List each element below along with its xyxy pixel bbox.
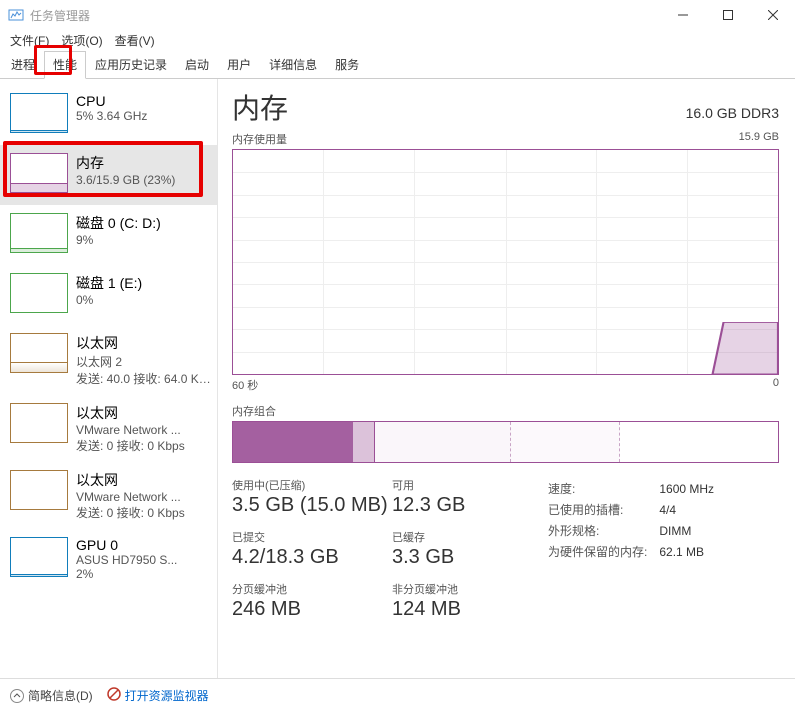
sidebar-item-sub: VMware Network ... (76, 423, 211, 437)
main-area: CPU 5% 3.64 GHz 内存 3.6/15.9 GB (23%) 磁盘 … (0, 79, 795, 678)
stat-cached: 已缓存 3.3 GB (392, 529, 522, 569)
spec-slots: 已使用的插槽:4/4 (548, 500, 724, 519)
open-resource-monitor-link[interactable]: 打开资源监视器 (107, 687, 209, 704)
memory-composition-chart[interactable] (232, 421, 779, 463)
sidebar-item-sub: VMware Network ... (76, 490, 211, 504)
titlebar: 任务管理器 (0, 0, 795, 30)
sidebar-item-cpu[interactable]: CPU 5% 3.64 GHz (0, 85, 217, 145)
sidebar-item-sub: 5% 3.64 GHz (76, 109, 211, 123)
sidebar-item-sub2: 发送: 0 接收: 0 Kbps (76, 504, 211, 521)
ethernet-thumb (10, 403, 68, 443)
tab-processes[interactable]: 进程 (2, 51, 44, 79)
sidebar-item-disk1[interactable]: 磁盘 1 (E:) 0% (0, 265, 217, 325)
menu-file[interactable]: 文件(F) (4, 30, 55, 51)
sidebar-item-memory[interactable]: 内存 3.6/15.9 GB (23%) (0, 145, 217, 205)
usage-chart-max: 15.9 GB (739, 131, 779, 147)
menu-options[interactable]: 选项(O) (55, 30, 108, 51)
app-icon (8, 7, 24, 23)
stats-right: 速度:1600 MHz 已使用的插槽:4/4 外形规格:DIMM 为硬件保留的内… (546, 477, 726, 621)
stat-nonpaged-pool: 非分页缓冲池 124 MB (392, 581, 522, 621)
statusbar: 简略信息(D) 打开资源监视器 (0, 678, 795, 712)
usage-chart-label: 内存使用量 (232, 131, 287, 147)
sidebar-item-sub2: 2% (76, 567, 211, 581)
spec-form-factor: 外形规格:DIMM (548, 521, 724, 540)
sidebar-item-sub: 3.6/15.9 GB (23%) (76, 173, 211, 187)
window-controls (660, 0, 795, 30)
sidebar-item-ethernet1[interactable]: 以太网 VMware Network ... 发送: 0 接收: 0 Kbps (0, 395, 217, 462)
window-title: 任务管理器 (30, 7, 660, 24)
tabstrip: 进程 性能 应用历史记录 启动 用户 详细信息 服务 (0, 50, 795, 79)
sidebar-item-label: 磁盘 1 (E:) (76, 273, 211, 293)
stat-available: 可用 12.3 GB (392, 477, 522, 517)
maximize-button[interactable] (705, 0, 750, 30)
page-title: 内存 (232, 87, 288, 127)
brief-info-button[interactable]: 简略信息(D) (10, 687, 93, 704)
sidebar-item-ethernet2[interactable]: 以太网 VMware Network ... 发送: 0 接收: 0 Kbps (0, 462, 217, 529)
tab-app-history[interactable]: 应用历史记录 (86, 51, 176, 79)
sidebar-item-sub: 9% (76, 233, 211, 247)
sidebar-item-disk0[interactable]: 磁盘 0 (C: D:) 9% (0, 205, 217, 265)
sidebar-item-label: 以太网 (76, 470, 211, 490)
content: 内存 16.0 GB DDR3 内存使用量 15.9 GB (218, 79, 795, 678)
memory-thumb (10, 153, 68, 193)
disk-thumb (10, 213, 68, 253)
tab-startup[interactable]: 启动 (176, 51, 218, 79)
sidebar-item-sub: 0% (76, 293, 211, 307)
tab-users[interactable]: 用户 (218, 51, 260, 79)
disk-thumb (10, 273, 68, 313)
sidebar-item-label: 磁盘 0 (C: D:) (76, 213, 211, 233)
sidebar-item-sub: 以太网 2 (76, 353, 211, 370)
spec-hw-reserved: 为硬件保留的内存:62.1 MB (548, 542, 724, 561)
sidebar-item-label: GPU 0 (76, 537, 211, 553)
sidebar-item-label: 以太网 (76, 403, 211, 423)
composition-label: 内存组合 (232, 403, 779, 419)
stats-left: 使用中(已压缩) 3.5 GB (15.0 MB) 可用 12.3 GB 已提交… (232, 477, 522, 621)
sidebar-item-gpu0[interactable]: GPU 0 ASUS HD7950 S... 2% (0, 529, 217, 589)
minimize-button[interactable] (660, 0, 705, 30)
sidebar-item-sub2: 发送: 40.0 接收: 64.0 Kbps (76, 370, 211, 387)
memory-capacity: 16.0 GB DDR3 (686, 105, 779, 121)
menu-view[interactable]: 查看(V) (109, 30, 161, 51)
cpu-thumb (10, 93, 68, 133)
sidebar-item-ethernet0[interactable]: 以太网 以太网 2 发送: 40.0 接收: 64.0 Kbps (0, 325, 217, 395)
stat-paged-pool: 分页缓冲池 246 MB (232, 581, 392, 621)
close-button[interactable] (750, 0, 795, 30)
stat-committed: 已提交 4.2/18.3 GB (232, 529, 392, 569)
memory-usage-chart[interactable] (232, 149, 779, 375)
tab-performance[interactable]: 性能 (44, 51, 86, 79)
tab-services[interactable]: 服务 (326, 51, 368, 79)
gpu-thumb (10, 537, 68, 577)
sidebar-item-label: 以太网 (76, 333, 211, 353)
sidebar-item-sub2: 发送: 0 接收: 0 Kbps (76, 437, 211, 454)
sidebar-item-sub: ASUS HD7950 S... (76, 553, 211, 567)
ethernet-thumb (10, 470, 68, 510)
tab-details[interactable]: 详细信息 (260, 51, 326, 79)
sidebar-item-label: CPU (76, 93, 211, 109)
chevron-up-icon (10, 689, 24, 703)
stats-area: 使用中(已压缩) 3.5 GB (15.0 MB) 可用 12.3 GB 已提交… (232, 477, 779, 621)
ethernet-thumb (10, 333, 68, 373)
resource-monitor-icon (107, 687, 121, 704)
stat-inuse: 使用中(已压缩) 3.5 GB (15.0 MB) (232, 477, 392, 517)
axis-right: 0 (773, 377, 779, 393)
spec-speed: 速度:1600 MHz (548, 479, 724, 498)
sidebar-item-label: 内存 (76, 153, 211, 173)
axis-left: 60 秒 (232, 377, 258, 393)
sidebar: CPU 5% 3.64 GHz 内存 3.6/15.9 GB (23%) 磁盘 … (0, 79, 218, 678)
menubar: 文件(F) 选项(O) 查看(V) (0, 30, 795, 50)
